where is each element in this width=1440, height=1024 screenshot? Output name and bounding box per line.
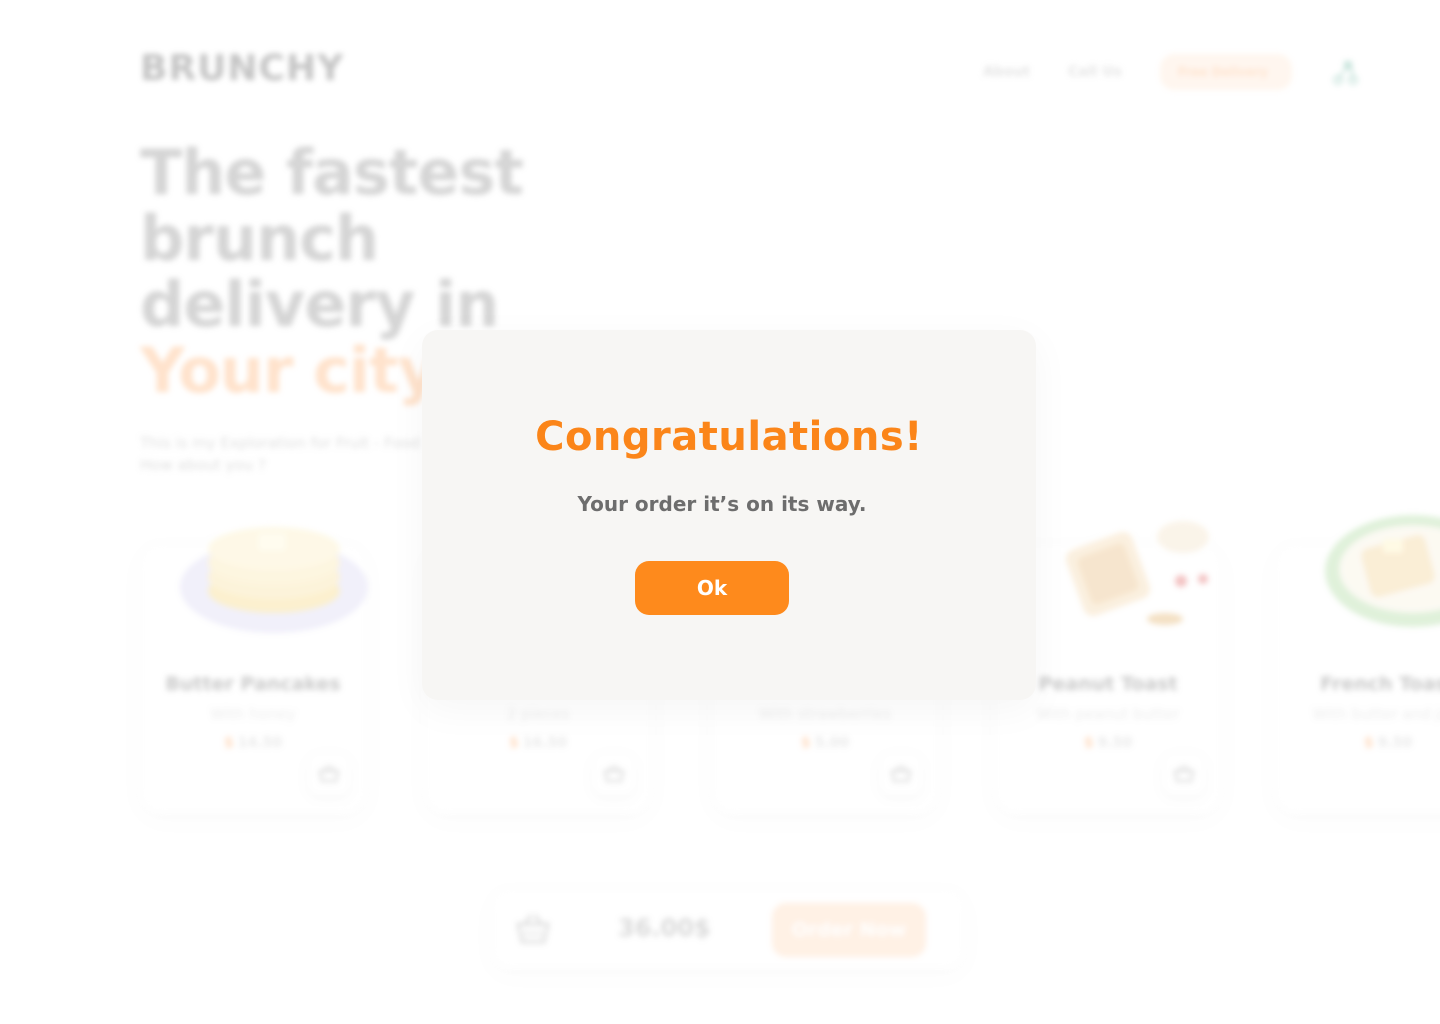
modal-message: Your order it’s on its way. — [577, 492, 867, 516]
ok-button[interactable]: Ok — [635, 561, 789, 615]
modal-title: Congratulations! — [535, 414, 923, 460]
